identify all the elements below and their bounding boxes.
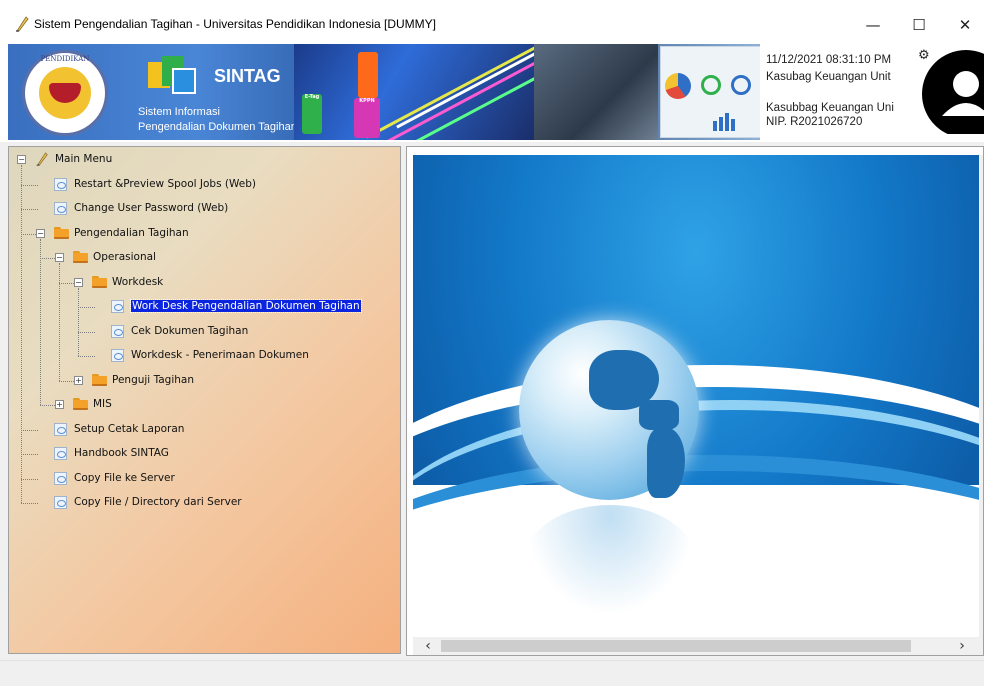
tree-item-label: Pengendalian Tagihan [74, 226, 189, 239]
sintag-logo-icon [148, 56, 196, 96]
horizontal-scrollbar[interactable]: ‹ › [413, 637, 983, 655]
document-icon [54, 471, 67, 485]
tree-item[interactable]: Workdesk - Penerimaan Dokumen [9, 347, 399, 365]
user-nip: NIP. R2021026720 [766, 116, 863, 128]
tree-item-label: Cek Dokumen Tagihan [131, 324, 249, 337]
tree-item-label: Work Desk Pengendalian Dokumen Tagihan [130, 299, 362, 313]
tree-item-label: Change User Password (Web) [74, 202, 229, 214]
tree-item[interactable]: Copy File ke Server [9, 470, 399, 488]
university-seal-logo: PENDIDIKAN [22, 50, 108, 136]
scroll-thumb[interactable] [441, 640, 911, 652]
menu-tree: − Main Menu Restart &Preview Spool Jobs (W… [9, 147, 400, 653]
scroll-right-button[interactable]: › [953, 637, 971, 655]
maximize-button[interactable]: ☐ [896, 10, 942, 40]
tree-item[interactable]: Change User Password (Web) [9, 200, 399, 218]
close-button[interactable]: ✕ [942, 10, 984, 40]
expand-toggle[interactable]: + [55, 400, 64, 409]
tree-item-label: Main Menu [55, 153, 113, 165]
tree-item[interactable]: Work Desk Pengendalian Dokumen Tagihan [9, 298, 399, 316]
tree-item[interactable]: Handbook SINTAG [9, 445, 399, 463]
folder-icon [92, 275, 107, 288]
user-avatar-icon[interactable] [922, 50, 984, 134]
folder-icon [73, 398, 88, 410]
status-bar [0, 660, 984, 686]
app-banner: PENDIDIKAN SINTAG Sistem Informasi Penge… [0, 44, 984, 142]
vertical-scrollbar[interactable] [979, 155, 983, 637]
tree-item-label: MIS [93, 398, 112, 410]
banner-signing-photo [534, 44, 658, 140]
tag-kppn: KPPN [354, 98, 380, 138]
globe-background-image [413, 155, 979, 637]
globe-icon [519, 320, 699, 500]
user-name: Kasubbag Keuangan Uni [766, 102, 894, 114]
main-menu-tree-panel: − Main Menu Restart &Preview Spool Jobs (W… [8, 146, 401, 654]
tree-item-label: Copy File ke Server [74, 471, 175, 484]
scroll-left-button[interactable]: ‹ [419, 637, 437, 655]
tree-item[interactable]: − Pengendalian Tagihan [9, 225, 399, 243]
document-icon [54, 496, 67, 509]
tag-etag: E-Tag [302, 94, 322, 134]
document-icon [111, 300, 124, 313]
tree-item[interactable]: − Operasional [9, 249, 399, 267]
tree-item[interactable]: + MIS [9, 396, 399, 414]
banner-finance-graphic: E-Tag KPPN [294, 44, 592, 140]
app-subtitle-line1: Sistem Informasi [138, 106, 220, 118]
tree-item-label: Operasional [93, 251, 156, 263]
folder-icon [73, 251, 88, 263]
title-bar: Sistem Pengendalian Tagihan - Universita… [0, 0, 984, 44]
collapse-toggle[interactable]: − [36, 228, 45, 238]
tree-item-label: Penguji Tagihan [112, 373, 195, 386]
document-icon [54, 447, 67, 460]
collapse-toggle[interactable]: − [74, 277, 83, 287]
document-icon [54, 202, 67, 215]
folder-icon [92, 373, 107, 386]
content-image-panel: ‹ › [406, 146, 984, 656]
app-subtitle-line2: Pengendalian Dokumen Tagihan [138, 121, 297, 133]
tree-item[interactable]: − Workdesk [9, 274, 399, 292]
quill-icon [36, 152, 48, 166]
tree-item[interactable]: Cek Dokumen Tagihan [9, 323, 399, 341]
seal-text: PENDIDIKAN [40, 55, 90, 63]
document-icon [54, 422, 67, 436]
document-icon [111, 324, 124, 338]
current-datetime: 11/12/2021 08:31:10 PM [766, 54, 892, 66]
minimize-button[interactable]: — [850, 10, 896, 40]
tree-item-label: Handbook SINTAG [74, 447, 169, 459]
tree-item[interactable]: − Main Menu [9, 151, 399, 169]
user-role: Kasubag Keuangan Unit [766, 71, 891, 83]
app-quill-icon [16, 16, 29, 32]
collapse-toggle[interactable]: − [55, 253, 64, 262]
tree-item[interactable]: Copy File / Directory dari Server [9, 494, 399, 512]
tree-item-label: Workdesk [112, 275, 164, 288]
expand-toggle[interactable]: + [74, 375, 83, 385]
tree-item[interactable]: Setup Cetak Laporan [9, 421, 399, 439]
banner-dashboard-thumbnail [660, 46, 760, 138]
window-title: Sistem Pengendalian Tagihan - Universita… [34, 17, 436, 31]
tree-item[interactable]: + Penguji Tagihan [9, 372, 399, 390]
document-icon [111, 349, 124, 362]
tree-item-label: Setup Cetak Laporan [74, 422, 185, 435]
folder-icon [54, 226, 69, 239]
collapse-toggle[interactable]: − [17, 155, 26, 164]
document-icon [54, 177, 67, 191]
app-name: SINTAG [214, 66, 281, 86]
banner-artwork: PENDIDIKAN SINTAG Sistem Informasi Penge… [8, 44, 760, 140]
tree-item-label: Copy File / Directory dari Server [74, 496, 242, 508]
tree-item-label: Restart &Preview Spool Jobs (Web) [74, 177, 256, 190]
tree-item-label: Workdesk - Penerimaan Dokumen [131, 349, 309, 361]
tree-item[interactable]: Restart &Preview Spool Jobs (Web) [9, 176, 399, 194]
